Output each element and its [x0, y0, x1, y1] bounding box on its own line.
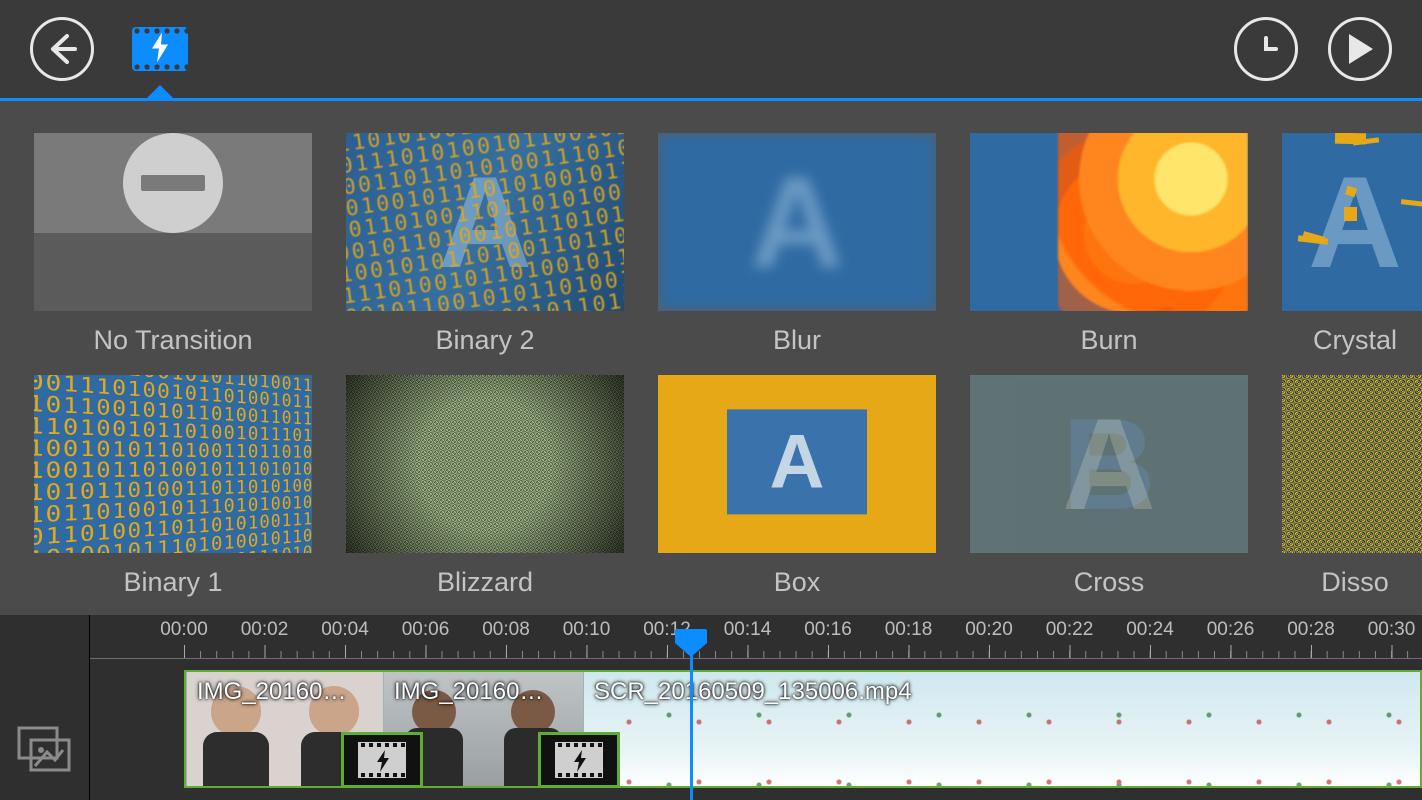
clip-title: SCR_20160509_135006.mp4 [594, 678, 912, 706]
transition-badge[interactable] [538, 732, 620, 788]
ruler-tick-label: 00:00 [160, 619, 208, 641]
clip-title: IMG_20160… [394, 678, 543, 706]
video-track[interactable]: IMG_20160… IMG_20160… SCR_20160509_135006.… [184, 670, 1422, 788]
history-button[interactable] [1234, 17, 1298, 81]
ruler-tick-label: 00:30 [1368, 619, 1416, 641]
transition-label: Binary 1 [123, 567, 222, 598]
ruler-tick-label: 00:22 [1046, 619, 1094, 641]
transition-thumb: A101101010011101001011010010111010100101… [346, 133, 624, 311]
ruler-tick-label: 00:20 [965, 619, 1013, 641]
ruler-tick-label: 00:16 [804, 619, 852, 641]
transitions-panel: No Transition A10110101001110100101101001… [0, 101, 1422, 615]
clip[interactable]: SCR_20160509_135006.mp4 [583, 672, 1422, 786]
transition-label: Cross [1074, 567, 1145, 598]
transition-thumb: A [1282, 133, 1422, 311]
film-transition-icon [132, 27, 188, 71]
transition-thumb: A [970, 133, 1248, 311]
timeline-body[interactable]: 00:0000:0200:0400:0600:0800:1000:1200:14… [90, 615, 1422, 800]
transition-binary2[interactable]: A101101010011101001011010010111010100101… [346, 133, 624, 373]
transition-crystal[interactable]: A Crystal [1282, 133, 1422, 373]
transition-none[interactable]: No Transition [34, 133, 312, 373]
back-button[interactable] [30, 17, 94, 81]
play-button[interactable] [1328, 17, 1392, 81]
transition-label: Box [774, 567, 821, 598]
transition-label: Crystal [1313, 325, 1397, 356]
top-toolbar [0, 0, 1422, 98]
transition-thumb: A101101010011101001011010010111010100101… [34, 375, 312, 553]
ruler-tick-label: 00:18 [885, 619, 933, 641]
transition-label: Burn [1080, 325, 1137, 356]
transition-thumb [346, 375, 624, 553]
clock-icon [1246, 29, 1286, 69]
transition-thumb: BA [970, 375, 1248, 553]
transition-thumb [1282, 375, 1422, 553]
transition-burn[interactable]: A Burn [970, 133, 1248, 373]
arrow-left-icon [45, 32, 79, 66]
transition-binary1[interactable]: A101101010011101001011010010111010100101… [34, 375, 312, 615]
transition-blizzard[interactable]: Blizzard [346, 375, 624, 615]
play-icon [1345, 32, 1375, 66]
ruler-tick-label: 00:04 [321, 619, 369, 641]
ruler-tick-label: 00:02 [241, 619, 289, 641]
timeline-left-gutter [0, 615, 90, 800]
ruler-tick-label: 00:10 [563, 619, 611, 641]
ruler-tick-label: 00:06 [402, 619, 450, 641]
clip-title: IMG_20160… [197, 678, 346, 706]
ruler-tick-label: 00:26 [1207, 619, 1255, 641]
transitions-tab[interactable] [124, 15, 196, 83]
transition-badge[interactable] [341, 732, 423, 788]
transition-blur[interactable]: A Blur [658, 133, 936, 373]
transition-label: No Transition [93, 325, 252, 356]
ruler-tick-label: 00:08 [482, 619, 530, 641]
transition-label: Blizzard [437, 567, 533, 598]
transition-thumb [34, 133, 312, 311]
transition-thumb: A [658, 133, 936, 311]
transition-label: Binary 2 [435, 325, 534, 356]
transition-label: Blur [773, 325, 821, 356]
ruler-tick-label: 00:24 [1126, 619, 1174, 641]
transition-label: Disso [1321, 567, 1389, 598]
transition-box[interactable]: BA Box [658, 375, 936, 615]
transition-thumb: BA [658, 375, 936, 553]
timeline: 00:0000:0200:0400:0600:0800:1000:1200:14… [0, 615, 1422, 800]
time-ruler[interactable]: 00:0000:0200:0400:0600:0800:1000:1200:14… [184, 615, 1422, 659]
ruler-tick-label: 00:28 [1287, 619, 1335, 641]
transition-dissolve[interactable]: Disso [1282, 375, 1422, 615]
add-media-button[interactable] [17, 726, 73, 772]
transition-cross[interactable]: BA Cross [970, 375, 1248, 615]
ruler-tick-label: 00:14 [724, 619, 772, 641]
